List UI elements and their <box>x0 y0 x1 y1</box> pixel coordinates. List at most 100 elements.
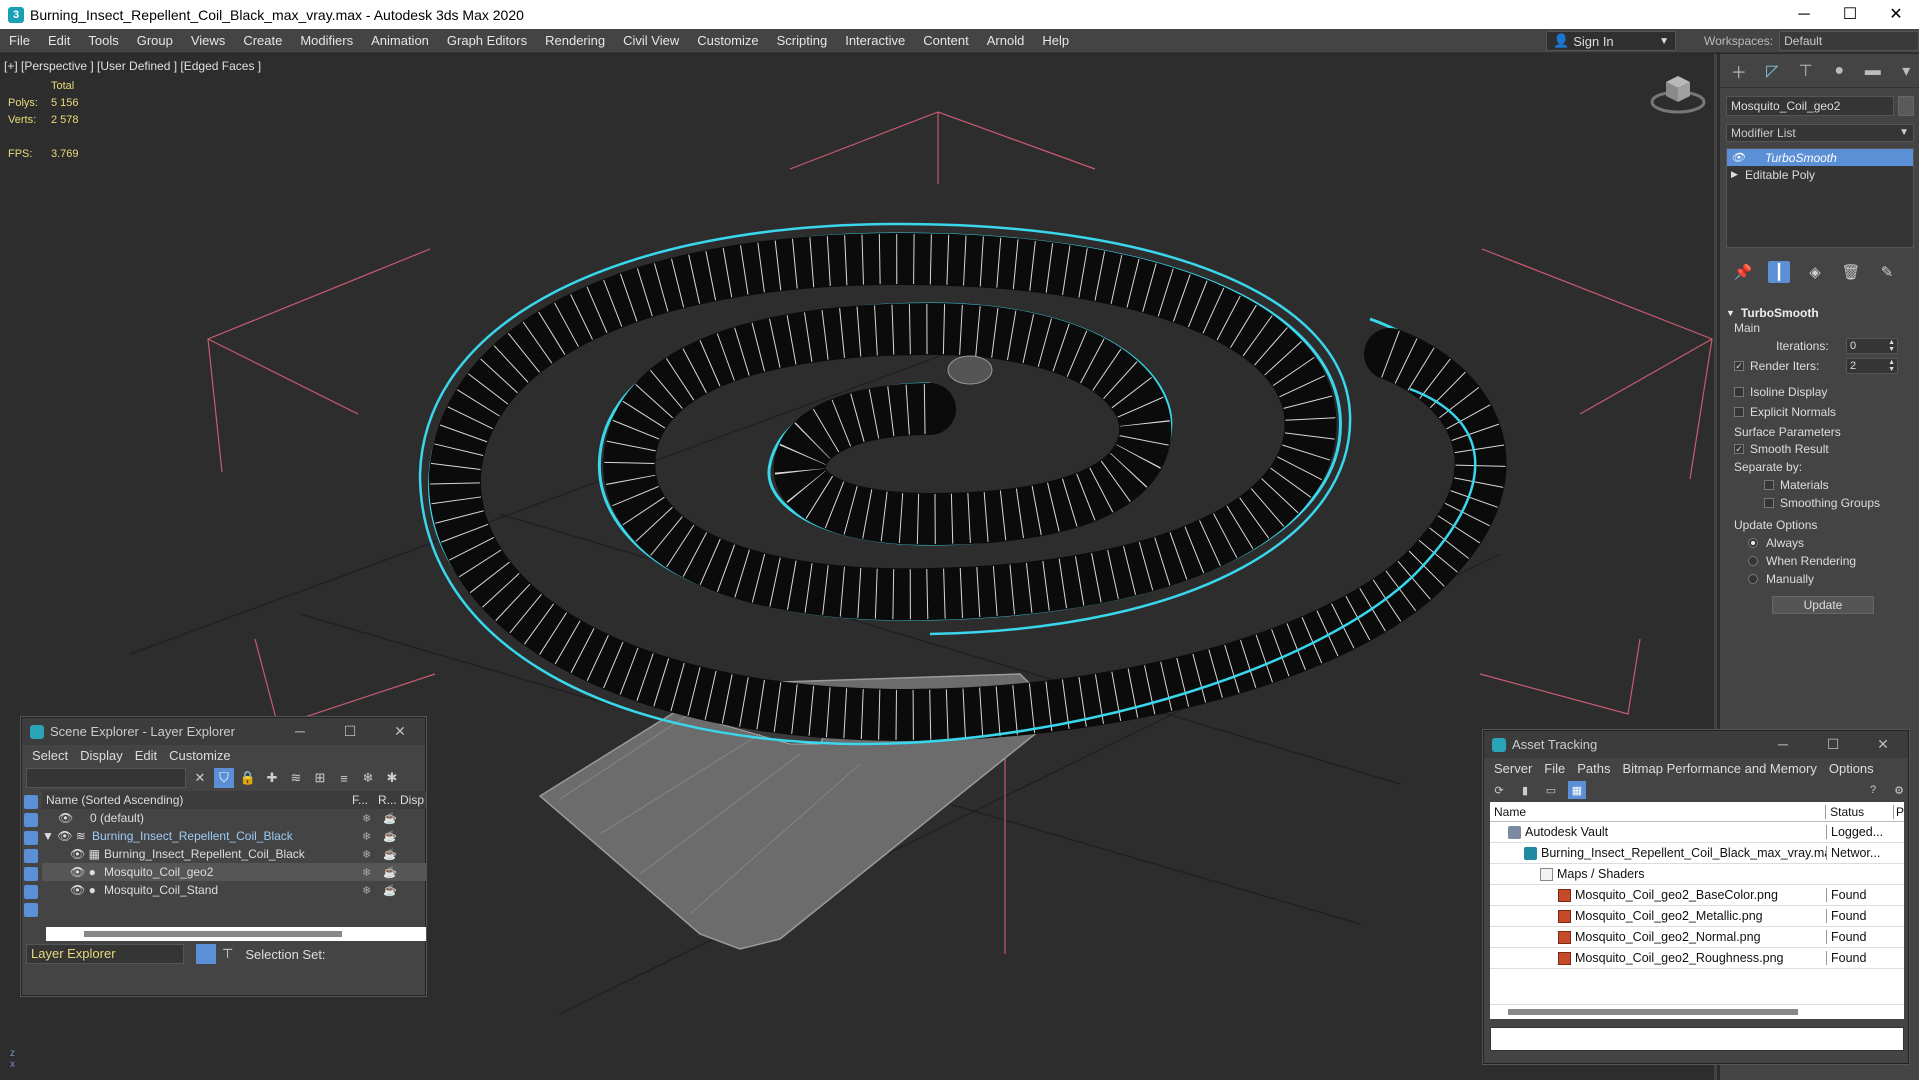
se-col-disp[interactable]: Disp <box>400 793 424 807</box>
table-view-icon[interactable]: ▭ <box>1542 781 1560 799</box>
smooth-result-checkbox[interactable]: ✓ <box>1734 444 1744 454</box>
clear-search-icon[interactable]: ✕ <box>190 768 210 788</box>
asset-row[interactable]: Mosquito_Coil_geo2_BaseColor.png Found <box>1490 885 1904 906</box>
maximize-button[interactable]: ☐ <box>1808 731 1858 758</box>
menu-file[interactable]: File <box>0 33 39 48</box>
menu-scripting[interactable]: Scripting <box>768 33 837 48</box>
eye-icon[interactable]: 👁 ● <box>70 865 104 879</box>
workspaces-dropdown[interactable]: Default <box>1779 31 1919 51</box>
at-menu-server[interactable]: Server <box>1488 761 1538 776</box>
render-icon[interactable]: ☕ <box>383 866 397 879</box>
isoline-checkbox[interactable] <box>1734 387 1744 397</box>
render-iters-checkbox[interactable]: ✓ <box>1734 361 1744 371</box>
modifier-list-dropdown[interactable]: Modifier List ▼ <box>1726 124 1914 142</box>
spinner-arrows-icon[interactable]: ▲ ▼ <box>1888 339 1895 353</box>
eye-icon[interactable]: 👁 <box>1731 151 1745 164</box>
render-icon[interactable]: ☕ <box>383 830 397 843</box>
menu-group[interactable]: Group <box>128 33 182 48</box>
asset-tracking-titlebar[interactable]: Asset Tracking ─ ☐ ✕ <box>1484 731 1908 758</box>
minimize-button[interactable]: ─ <box>275 718 325 745</box>
display-helpers-icon[interactable] <box>24 867 38 881</box>
at-col-status[interactable]: Status <box>1825 804 1893 819</box>
object-color-swatch[interactable] <box>1898 96 1914 116</box>
remove-modifier-icon[interactable]: 🗑 <box>1840 261 1862 283</box>
when-rendering-radio[interactable] <box>1748 556 1758 566</box>
menu-customize[interactable]: Customize <box>688 33 767 48</box>
stack-item-editable-poly[interactable]: ▶ Editable Poly <box>1727 166 1913 183</box>
menu-interactive[interactable]: Interactive <box>836 33 914 48</box>
layer-explorer-dropdown[interactable]: Layer Explorer <box>26 944 184 964</box>
at-path-field[interactable] <box>1490 1027 1904 1051</box>
utilities-tab-icon[interactable]: ▾ <box>1894 58 1919 84</box>
materials-checkbox[interactable] <box>1764 480 1774 490</box>
eye-icon[interactable]: 👁 ● <box>70 883 104 897</box>
display-none-icon[interactable] <box>24 795 38 809</box>
tree-row[interactable]: 👁 ▦ Burning_Insect_Repellent_Coil_Black … <box>42 845 426 863</box>
freeze-icon[interactable]: ❄ <box>362 812 371 825</box>
hierarchy-toggle-icon[interactable]: ⊤ <box>222 946 233 962</box>
show-end-result-icon[interactable]: ┃ <box>1768 261 1790 283</box>
settings-icon[interactable]: ⚙ <box>1890 781 1908 799</box>
at-menu-bitmap[interactable]: Bitmap Performance and Memory <box>1617 761 1823 776</box>
explicit-normals-checkbox[interactable] <box>1734 407 1744 417</box>
maximize-button[interactable]: ☐ <box>325 718 375 745</box>
iterations-spinner[interactable]: 0 ▲ ▼ <box>1846 338 1898 354</box>
asset-row[interactable]: Autodesk Vault Logged... <box>1490 822 1904 843</box>
scene-explorer-titlebar[interactable]: Scene Explorer - Layer Explorer ─ ☐ ✕ <box>22 718 425 745</box>
sign-in-dropdown[interactable]: 👤 Sign In ▼ <box>1546 31 1676 51</box>
close-button[interactable]: ✕ <box>1858 731 1908 758</box>
close-button[interactable]: ✕ <box>1873 0 1919 29</box>
at-col-name[interactable]: Name <box>1490 805 1825 819</box>
maximize-button[interactable]: ☐ <box>1827 0 1873 29</box>
layers-icon[interactable]: ≋ <box>286 768 306 788</box>
asset-row[interactable]: Maps / Shaders <box>1490 864 1904 885</box>
menu-tools[interactable]: Tools <box>79 33 127 48</box>
display-geometry-icon[interactable] <box>24 813 38 827</box>
highlight-icon[interactable]: ✱ <box>382 768 402 788</box>
se-menu-edit[interactable]: Edit <box>129 748 163 763</box>
spinner-arrows-icon[interactable]: ▲ ▼ <box>1888 359 1895 373</box>
expand-arrow-icon[interactable]: ▶ <box>1731 169 1745 180</box>
make-unique-icon[interactable]: ◈ <box>1804 261 1826 283</box>
at-horizontal-scrollbar[interactable] <box>1490 1005 1904 1019</box>
display-tab-icon[interactable]: ▬ <box>1860 58 1886 84</box>
freeze-icon[interactable]: ❄ <box>362 866 371 879</box>
create-tab-icon[interactable]: ＋ <box>1726 58 1752 84</box>
add-layer-icon[interactable]: ✚ <box>262 768 282 788</box>
tree-row[interactable]: 👁 0 (default) ❄ ☕ <box>42 809 426 827</box>
display-spacewarps-icon[interactable] <box>24 885 38 899</box>
display-cameras-icon[interactable] <box>24 849 38 863</box>
eye-icon[interactable]: 👁 <box>58 811 90 825</box>
scrollbar-thumb[interactable] <box>1508 1009 1798 1015</box>
se-col-r[interactable]: R... <box>378 793 400 807</box>
hierarchy-tab-icon[interactable]: ⊤ <box>1793 58 1819 84</box>
asset-row[interactable]: Mosquito_Coil_geo2_Normal.png Found <box>1490 927 1904 948</box>
manually-radio[interactable] <box>1748 574 1758 584</box>
object-name-field[interactable]: Mosquito_Coil_geo2 <box>1726 96 1894 116</box>
menu-create[interactable]: Create <box>234 33 291 48</box>
help-icon[interactable]: ? <box>1864 781 1882 799</box>
lock-icon[interactable]: 🔒 <box>238 768 258 788</box>
tree-row[interactable]: ▼ 👁 ≋ Burning_Insect_Repellent_Coil_Blac… <box>42 827 426 845</box>
render-icon[interactable]: ☕ <box>383 848 397 861</box>
se-col-name[interactable]: Name (Sorted Ascending) <box>42 793 352 807</box>
layer-stack-icon[interactable]: ≡ <box>334 768 354 788</box>
menu-content[interactable]: Content <box>914 33 978 48</box>
tree-row-selected[interactable]: 👁 ● Mosquito_Coil_geo2 ❄ ☕ <box>42 863 426 881</box>
update-button[interactable]: Update <box>1772 596 1874 614</box>
tree-view-icon[interactable]: ▦ <box>1568 781 1586 799</box>
minimize-button[interactable]: ─ <box>1781 0 1827 29</box>
minimize-button[interactable]: ─ <box>1758 731 1808 758</box>
menu-animation[interactable]: Animation <box>362 33 438 48</box>
display-lights-icon[interactable] <box>24 831 38 845</box>
stack-item-turbosmooth[interactable]: 👁 TurboSmooth <box>1727 149 1913 166</box>
menu-edit[interactable]: Edit <box>39 33 79 48</box>
freeze-icon[interactable]: ❄ <box>362 848 371 861</box>
configure-modifier-sets-icon[interactable]: ✎ <box>1876 261 1898 283</box>
close-button[interactable]: ✕ <box>375 718 425 745</box>
tree-row[interactable]: 👁 ● Mosquito_Coil_Stand ❄ ☕ <box>42 881 426 899</box>
expand-arrow-icon[interactable]: ▼ 👁 ≋ <box>42 829 92 843</box>
scrollbar-thumb[interactable] <box>84 931 342 937</box>
render-icon[interactable]: ☕ <box>383 884 397 897</box>
at-menu-options[interactable]: Options <box>1823 761 1880 776</box>
